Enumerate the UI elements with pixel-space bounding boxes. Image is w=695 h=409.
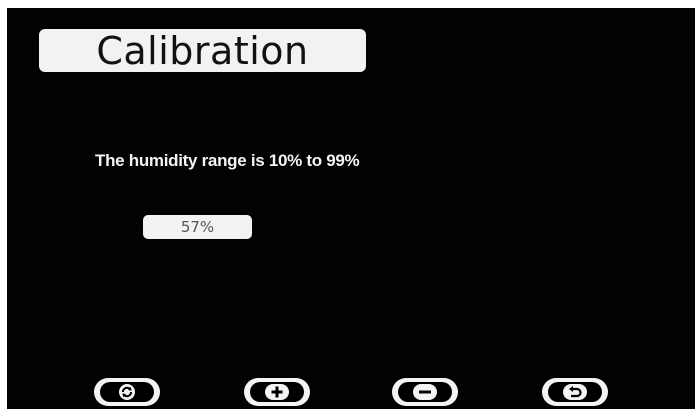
minus-button[interactable]	[392, 378, 458, 406]
refresh-button-inner	[100, 382, 154, 402]
screen-bezel-left	[0, 0, 7, 409]
back-button[interactable]	[542, 378, 608, 406]
title-banner: Calibration	[39, 29, 366, 72]
screen-bezel-top	[0, 0, 695, 8]
refresh-icon	[118, 383, 136, 401]
minus-icon	[412, 383, 438, 401]
device-screen: Calibration The humidity range is 10% to…	[0, 0, 695, 409]
humidity-range-text: The humidity range is 10% to 99%	[95, 151, 360, 170]
back-icon	[562, 383, 588, 401]
plus-button[interactable]	[244, 378, 310, 406]
minus-button-inner	[398, 382, 452, 402]
plus-icon	[264, 383, 290, 401]
page-title: Calibration	[96, 28, 309, 73]
back-button-inner	[548, 382, 602, 402]
refresh-button[interactable]	[94, 378, 160, 406]
humidity-value-field[interactable]: 57%	[143, 215, 252, 239]
plus-button-inner	[250, 382, 304, 402]
humidity-value: 57%	[180, 218, 215, 236]
